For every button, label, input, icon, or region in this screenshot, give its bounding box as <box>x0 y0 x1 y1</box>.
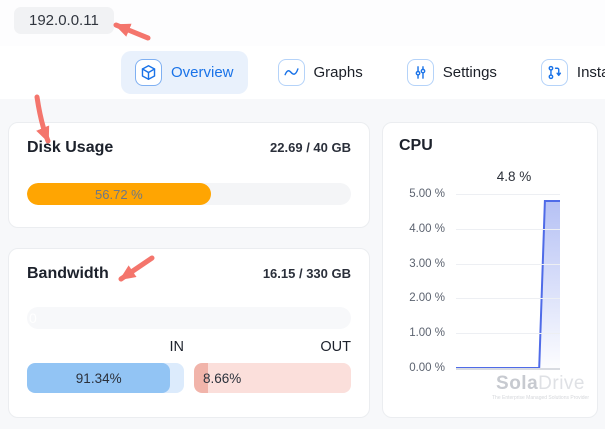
watermark-brand-a: Sola <box>496 373 538 394</box>
bandwidth-total-bar: 0 <box>27 307 351 329</box>
cpu-gridline <box>456 264 560 265</box>
watermark-tagline: The Enterprise Managed Solutions Provide… <box>492 395 589 401</box>
line-chart-icon <box>278 59 305 86</box>
bandwidth-out-heading: OUT <box>194 339 351 355</box>
cpu-gridline <box>456 229 560 230</box>
tab-install-label: Install <box>577 64 605 81</box>
bandwidth-total-label: 0 <box>27 310 37 326</box>
bandwidth-in-fill: 91.34% <box>27 363 170 393</box>
bandwidth-in-heading: IN <box>27 339 184 355</box>
cpu-gridline <box>456 333 560 334</box>
disk-usage-title: Disk Usage <box>27 139 113 157</box>
cpu-ytick-label: 1.00 % <box>397 325 445 341</box>
bandwidth-in-percent: 91.34% <box>76 371 122 386</box>
tab-strip: Overview Graphs Settings Install <box>0 46 605 99</box>
bandwidth-value: 16.15 / 330 GB <box>263 266 351 281</box>
cpu-ytick-label: 4.00 % <box>397 221 445 237</box>
tab-settings[interactable]: Settings <box>393 51 511 94</box>
cpu-ytick-label: 0.00 % <box>397 360 445 376</box>
bandwidth-in-bar: 91.34% <box>27 363 184 393</box>
cpu-ytick-label: 3.00 % <box>397 256 445 272</box>
bandwidth-title: Bandwidth <box>27 265 109 283</box>
tab-install[interactable]: Install <box>527 51 605 94</box>
disk-usage-value: 22.69 / 40 GB <box>270 140 351 155</box>
disk-usage-percent: 56.72 % <box>95 187 143 202</box>
sliders-icon <box>407 59 434 86</box>
watermark-brand-b: Drive <box>538 373 585 394</box>
disk-usage-bar: 56.72 % <box>27 183 351 205</box>
tab-graphs-label: Graphs <box>314 64 363 81</box>
tab-bar: Overview Graphs Settings Install <box>121 46 605 99</box>
server-overview-page: 192.0.0.11 Overview Graphs Setting <box>0 0 605 429</box>
git-branch-icon <box>541 59 568 86</box>
bandwidth-out-bar: 8.66% <box>194 363 351 393</box>
bandwidth-card: Bandwidth 16.15 / 330 GB 0 IN OUT 91.34%… <box>8 248 370 418</box>
tab-graphs[interactable]: Graphs <box>264 51 377 94</box>
cpu-gridline <box>456 368 560 370</box>
soladrive-watermark: SolaDrive The Enterprise Managed Solutio… <box>492 374 589 401</box>
tab-overview-label: Overview <box>171 64 234 81</box>
cpu-gridline <box>456 298 560 299</box>
cpu-card: CPU 4.8 % 5.00 %4.00 %3.00 %2.00 %1.00 %… <box>382 122 598 418</box>
cpu-gridline <box>456 194 560 195</box>
cpu-series-line <box>456 194 560 368</box>
tab-overview[interactable]: Overview <box>121 51 248 94</box>
server-ip: 192.0.0.11 <box>29 12 99 29</box>
cpu-ytick-label: 2.00 % <box>397 290 445 306</box>
cpu-ytick-label: 5.00 % <box>397 186 445 202</box>
cube-icon <box>135 59 162 86</box>
server-ip-chip: 192.0.0.11 <box>14 7 114 34</box>
bandwidth-out-percent: 8.66% <box>203 363 241 393</box>
top-bar: 192.0.0.11 <box>0 0 605 46</box>
disk-usage-card: Disk Usage 22.69 / 40 GB 56.72 % <box>8 122 370 228</box>
disk-usage-fill: 56.72 % <box>27 183 211 205</box>
tab-settings-label: Settings <box>443 64 497 81</box>
